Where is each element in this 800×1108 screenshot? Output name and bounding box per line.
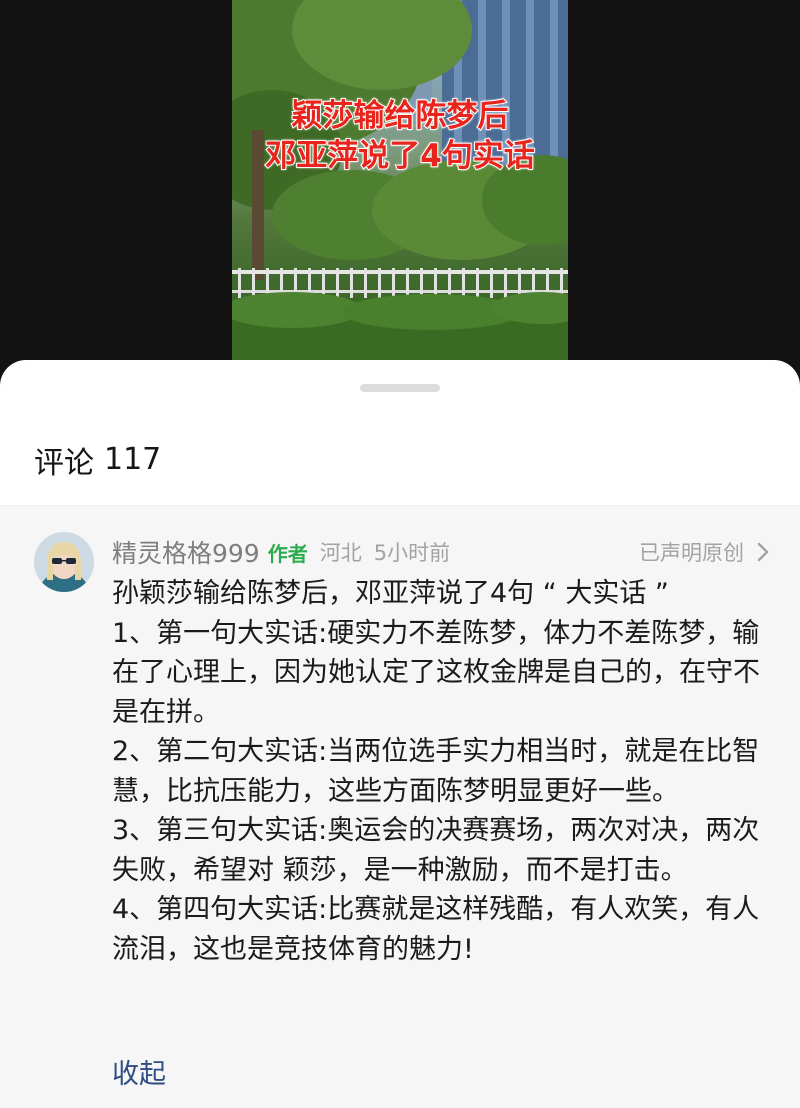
avatar[interactable] bbox=[34, 532, 94, 592]
video-frame[interactable]: 颖莎输给陈梦后 邓亚萍说了4句实话 bbox=[232, 0, 568, 380]
comments-sheet: 评论 117 精灵格格999 作者 河北 5小时前 已声明原创 孙颖莎输给陈梦后… bbox=[0, 360, 800, 1108]
chevron-right-icon bbox=[757, 542, 769, 562]
comment-paragraph: 1、第一句大实话:硬实力不差陈梦，体力不差陈梦，输在了心理上，因为她认定了这枚金… bbox=[112, 617, 760, 728]
author-tag: 作者 bbox=[267, 541, 308, 566]
comment-time: 5小时前 bbox=[373, 541, 451, 565]
original-declaration-link[interactable]: 已声明原创 bbox=[639, 537, 772, 567]
video-caption-line-1: 颖莎输给陈梦后 bbox=[291, 97, 510, 135]
video-caption-line-2: 邓亚萍说了4句实话 bbox=[264, 137, 536, 175]
comment-paragraph: 3、第三句大实话:奥运会的决赛赛场，两次对决，两次失败，希望对 颖莎，是一种激励… bbox=[112, 815, 760, 886]
original-declaration-label: 已声明原创 bbox=[639, 541, 744, 565]
comments-header: 评论 117 bbox=[0, 414, 800, 506]
video-caption: 颖莎输给陈梦后 邓亚萍说了4句实话 bbox=[232, 96, 568, 176]
comment-paragraph: 4、第四句大实话:比赛就是这样残酷，有人欢笑，有人流泪，这也是竞技体育的魅力! bbox=[112, 894, 760, 965]
comment-paragraph: 2、第二句大实话:当两位选手实力相当时，就是在比智慧，比抗压能力，这些方面陈梦明… bbox=[112, 736, 760, 807]
collapse-link[interactable]: 收起 bbox=[112, 1052, 166, 1091]
comment-meta: 精灵格格999 作者 河北 5小时前 已声明原创 bbox=[112, 534, 772, 570]
comments-count: 117 bbox=[104, 442, 162, 477]
comment-item: 精灵格格999 作者 河北 5小时前 已声明原创 孙颖莎输给陈梦后，邓亚萍说了4… bbox=[0, 506, 800, 1108]
comment-paragraph: 孙颖莎输给陈梦后，邓亚萍说了4句 “ 大实话 ” bbox=[112, 578, 669, 609]
comment-text: 孙颖莎输给陈梦后，邓亚萍说了4句 “ 大实话 ” 1、第一句大实话:硬实力不差陈… bbox=[112, 574, 782, 969]
avatar-image bbox=[34, 532, 94, 592]
username[interactable]: 精灵格格999 bbox=[112, 534, 260, 570]
sheet-drag-handle[interactable] bbox=[360, 384, 440, 392]
comments-title: 评论 bbox=[34, 445, 94, 481]
comment-region: 河北 bbox=[319, 541, 362, 565]
video-player[interactable]: 颖莎输给陈梦后 邓亚萍说了4句实话 bbox=[0, 0, 800, 380]
video-scene-image bbox=[232, 0, 568, 380]
